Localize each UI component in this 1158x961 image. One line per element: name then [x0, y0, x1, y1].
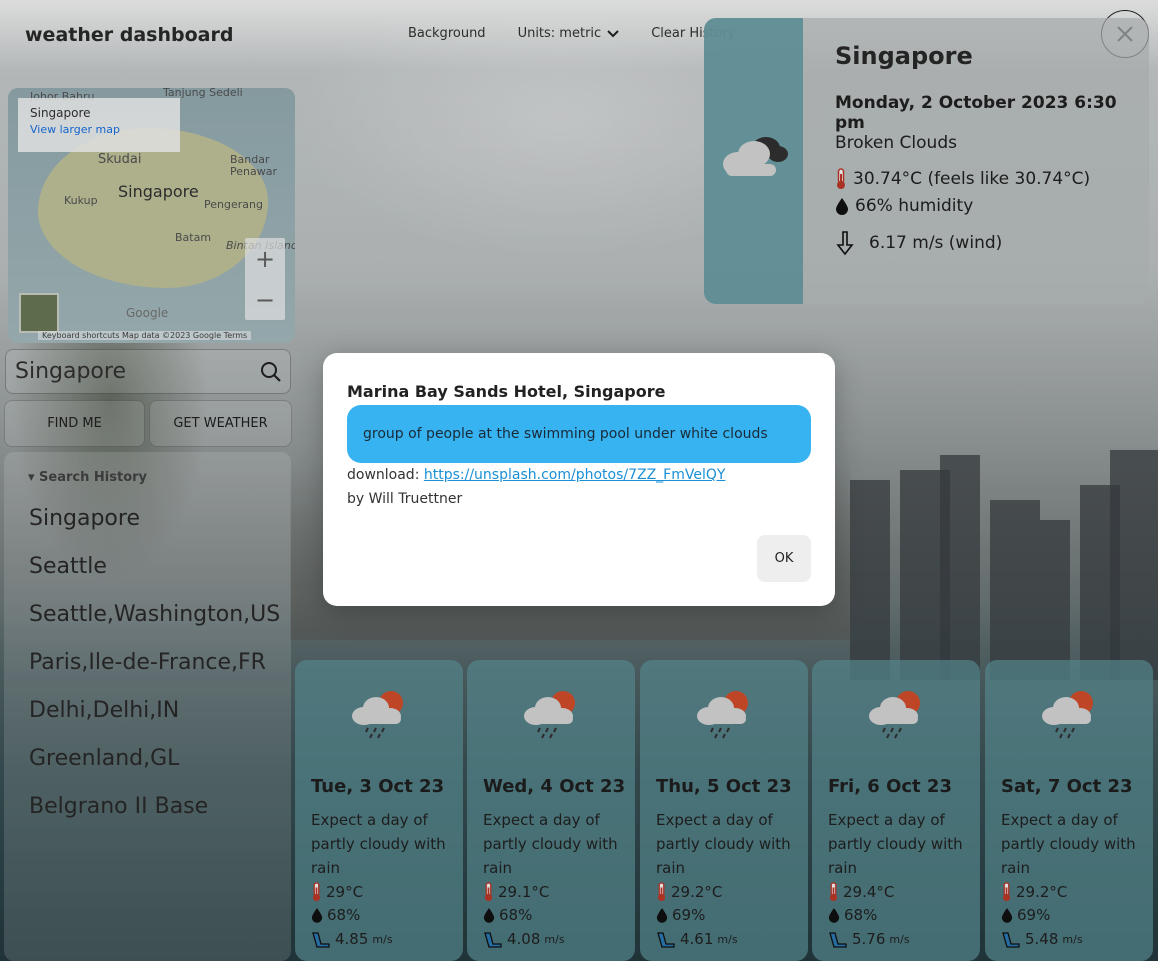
photo-credit: by Will Truettner — [347, 491, 463, 507]
download-line: download: https://unsplash.com/photos/7Z… — [347, 467, 725, 483]
download-link[interactable]: https://unsplash.com/photos/7ZZ_FmVelQY — [424, 467, 726, 483]
image-info-dialog: Marina Bay Sands Hotel, Singapore group … — [323, 353, 835, 606]
dialog-title: Marina Bay Sands Hotel, Singapore — [347, 382, 666, 401]
ok-button[interactable]: OK — [757, 535, 811, 582]
image-caption: group of people at the swimming pool und… — [347, 405, 811, 463]
download-label: download: — [347, 467, 424, 483]
